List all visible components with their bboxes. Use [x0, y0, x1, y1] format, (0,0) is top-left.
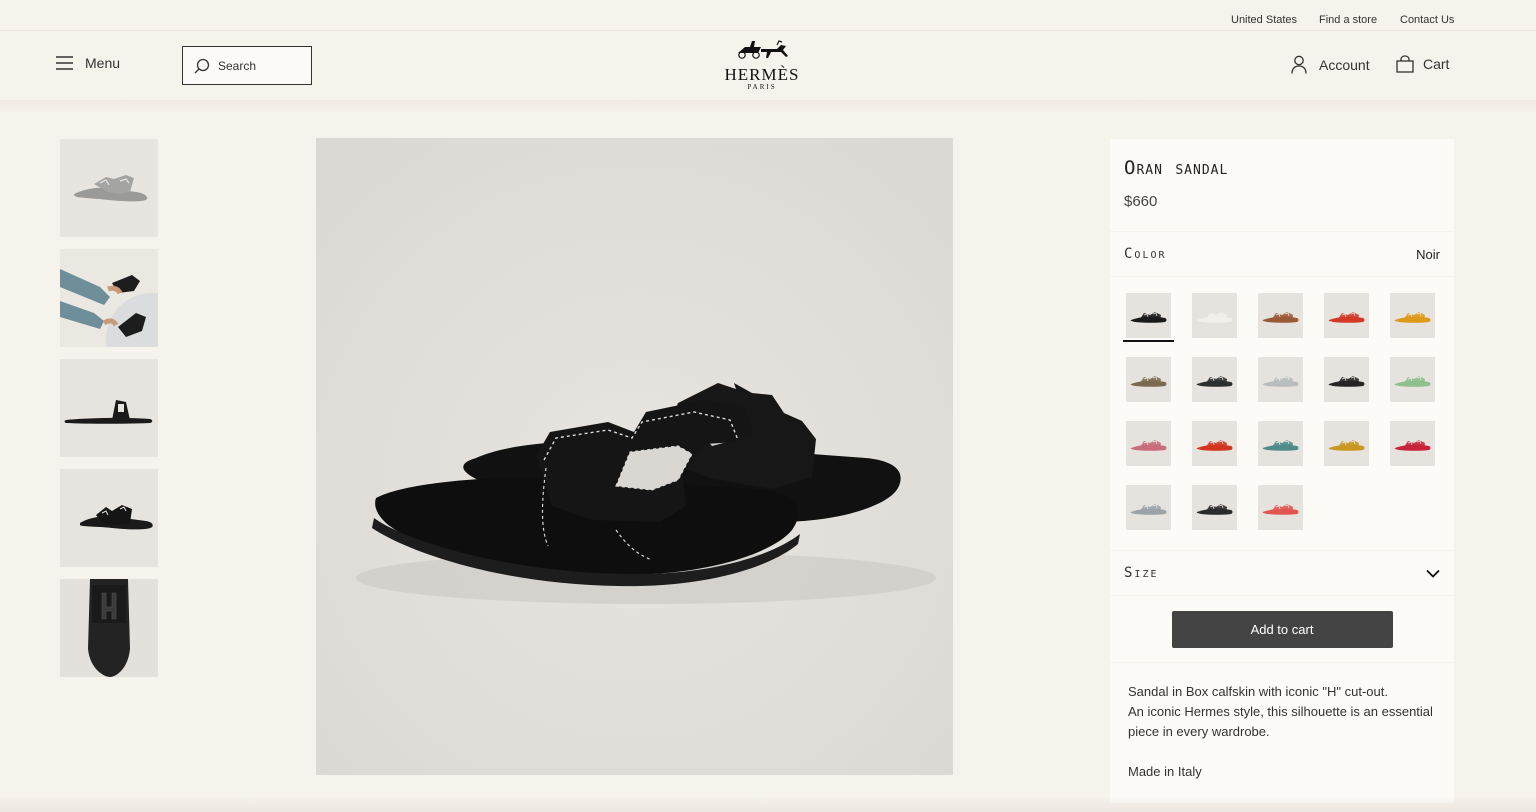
search-icon — [194, 58, 210, 73]
site-header: Menu HERMÈS PARIS Account Cart — [0, 30, 1536, 100]
cart-icon — [1396, 55, 1414, 73]
description-line-1: Sandal in Box calfskin with iconic "H" c… — [1128, 684, 1388, 699]
add-to-cart-area: Add to cart — [1110, 596, 1454, 662]
color-swatch[interactable] — [1126, 485, 1171, 530]
color-swatch[interactable] — [1192, 357, 1237, 402]
search-input[interactable] — [218, 58, 302, 73]
chevron-down-icon — [1426, 569, 1440, 578]
cart-button[interactable]: Cart — [1396, 55, 1449, 73]
header-shadow — [0, 100, 1536, 114]
search-box[interactable] — [182, 46, 312, 85]
color-swatch[interactable] — [1390, 293, 1435, 338]
contact-us-link[interactable]: Contact Us — [1400, 14, 1454, 26]
color-row: Color Noir — [1110, 232, 1454, 276]
country-selector-link[interactable]: United States — [1231, 14, 1297, 26]
size-label: Size — [1124, 565, 1159, 581]
cart-label: Cart — [1423, 56, 1450, 72]
color-swatches — [1110, 277, 1454, 550]
color-swatch[interactable] — [1192, 293, 1237, 338]
color-swatch[interactable] — [1126, 421, 1171, 466]
find-store-link[interactable]: Find a store — [1319, 14, 1377, 26]
product-description: Sandal in Box calfskin with iconic "H" c… — [1110, 663, 1454, 803]
menu-label: Menu — [85, 55, 121, 71]
thumbnail-list — [60, 139, 158, 689]
account-button[interactable]: Account — [1290, 55, 1370, 74]
account-label: Account — [1319, 56, 1370, 73]
color-value: Noir — [1416, 246, 1440, 262]
color-swatch[interactable] — [1258, 421, 1303, 466]
product-header: Oran sandal $660 — [1110, 139, 1454, 231]
size-selector[interactable]: Size — [1110, 551, 1454, 595]
color-swatch[interactable] — [1258, 357, 1303, 402]
add-to-cart-button[interactable]: Add to cart — [1171, 610, 1393, 648]
menu-icon — [56, 56, 73, 70]
color-swatch[interactable] — [1258, 293, 1303, 338]
color-swatch[interactable] — [1192, 485, 1237, 530]
color-swatch[interactable] — [1126, 357, 1171, 402]
description-line-2: An iconic Hermes style, this silhouette … — [1128, 704, 1433, 739]
color-swatch[interactable] — [1324, 421, 1369, 466]
color-swatch[interactable] — [1390, 421, 1435, 466]
product-price: $660 — [1124, 193, 1158, 210]
logo-wordmark: HERMÈS — [724, 65, 800, 84]
color-swatch[interactable] — [1258, 485, 1303, 530]
product-title: Oran sandal — [1124, 157, 1229, 179]
menu-button[interactable]: Menu — [56, 55, 120, 71]
page-fade — [0, 796, 1536, 812]
thumbnail-pair-black[interactable] — [60, 469, 158, 567]
product-panel: Oran sandal $660 Color Noir Size Add to … — [1110, 139, 1454, 803]
color-label: Color — [1124, 246, 1167, 262]
color-swatch[interactable] — [1324, 293, 1369, 338]
color-swatch[interactable] — [1324, 357, 1369, 402]
hermes-logo[interactable]: HERMÈS PARIS — [700, 39, 824, 95]
color-swatch[interactable] — [1390, 357, 1435, 402]
thumbnail-worn[interactable] — [60, 249, 158, 347]
thumbnail-top[interactable] — [60, 579, 158, 677]
made-in-origin: Made in Italy — [1128, 764, 1202, 779]
carriage-icon — [738, 40, 788, 59]
product-main-image[interactable] — [316, 138, 953, 775]
thumbnail-pair-gray[interactable] — [60, 139, 158, 237]
logo-subtitle: PARIS — [747, 83, 777, 91]
color-swatch[interactable] — [1192, 421, 1237, 466]
color-swatch[interactable] — [1123, 293, 1174, 342]
account-icon — [1291, 55, 1307, 74]
thumbnail-side[interactable] — [60, 359, 158, 457]
